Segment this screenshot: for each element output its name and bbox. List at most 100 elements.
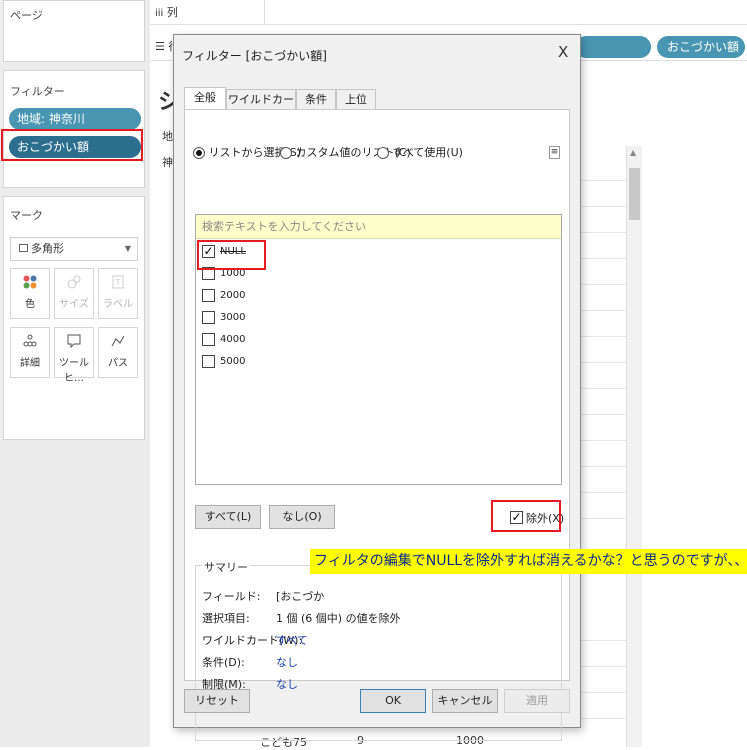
ok-button[interactable]: OK: [360, 689, 426, 713]
marks-title: マーク: [10, 209, 43, 222]
label-icon: T: [99, 269, 137, 295]
grid-line: [580, 518, 626, 519]
mark-label-button[interactable]: T ラベル: [98, 268, 138, 319]
columns-label: 列: [166, 6, 178, 19]
dialog-title: フィルター [おこづかい額]: [182, 49, 327, 63]
filters-title: フィルター: [10, 85, 65, 98]
mark-color-button[interactable]: 色: [10, 268, 50, 319]
item-label-4000: 4000: [220, 334, 246, 345]
grid-line: [580, 466, 626, 467]
summary-value-condition[interactable]: なし: [276, 654, 298, 670]
mark-detail-button[interactable]: 詳細: [10, 327, 50, 378]
detail-dots-icon: [11, 328, 49, 354]
mark-type-select[interactable]: 多角形 ▼: [10, 237, 138, 261]
grid-line: [580, 336, 626, 337]
pages-card: ページ: [3, 0, 145, 62]
rows-shelf-pill-allowance[interactable]: おこづかい額: [657, 36, 745, 58]
radio-use-all[interactable]: すべて使用(U): [377, 144, 463, 160]
grid-line: [580, 666, 626, 667]
sheet-header-cell: 地: [162, 130, 173, 143]
radio-indicator[interactable]: [377, 147, 389, 159]
sheet-vertical-scrollbar[interactable]: ▲: [626, 146, 642, 747]
tooltip-icon: [55, 328, 93, 354]
checkbox-2000[interactable]: [202, 289, 215, 302]
sheet-row-cell: 神: [162, 156, 173, 169]
grid-line: [580, 414, 626, 415]
radio-indicator[interactable]: [280, 147, 292, 159]
summary-value-limit[interactable]: なし: [276, 676, 298, 692]
mark-type-label: 多角形: [31, 242, 64, 255]
mark-path-label: パス: [108, 358, 128, 369]
summary-key-condition: 条件(D):: [202, 656, 245, 669]
filter-pill-region[interactable]: 地域: 神奈川: [9, 108, 141, 130]
filter-pill-allowance[interactable]: おこづかい額: [9, 136, 141, 158]
exclude-label[interactable]: 除外(X): [526, 510, 564, 526]
polygon-icon: [19, 244, 28, 252]
tab-condition[interactable]: 条件: [296, 89, 336, 110]
mark-path-button[interactable]: パス: [98, 327, 138, 378]
item-label-3000: 3000: [220, 312, 246, 323]
highlight-null-item: [197, 240, 266, 270]
radio-use-all-label: すべて使用(U): [392, 146, 463, 159]
mark-detail-label: 詳細: [20, 358, 40, 369]
radio-indicator[interactable]: [193, 147, 205, 159]
grid-line: [580, 692, 626, 693]
mark-size-button[interactable]: サイズ: [54, 268, 94, 319]
grid-line: [580, 440, 626, 441]
rows-icon: ☰: [155, 40, 165, 53]
summary-key-field: フィールド:: [202, 590, 261, 603]
grid-line: [580, 180, 626, 181]
summary-key-selection: 選択項目:: [202, 612, 250, 625]
select-all-button[interactable]: すべて(L): [195, 505, 261, 529]
path-icon: [99, 328, 137, 354]
cancel-button[interactable]: キャンセル: [432, 689, 498, 713]
filter-dialog: フィルター [おこづかい額] X 全般 ワイルドカード 条件 上位 リストから選…: [173, 34, 581, 741]
scroll-up-icon[interactable]: ▲: [630, 148, 636, 157]
checkbox-4000[interactable]: [202, 333, 215, 346]
tab-wildcard[interactable]: ワイルドカード: [226, 89, 296, 126]
columns-shelf-divider: [150, 24, 747, 25]
select-none-button[interactable]: なし(O): [269, 505, 335, 529]
mark-tooltip-label: ツールヒ…: [59, 358, 89, 384]
columns-shelf-label: iii 列: [155, 4, 178, 20]
grid-line: [580, 388, 626, 389]
checkbox-5000[interactable]: [202, 355, 215, 368]
general-tab-panel: リストから選択(S) カスタム値のリスト(C) すべて使用(U) ≡ 検索テキス…: [184, 109, 570, 741]
summary-value-wildcard[interactable]: すべて: [276, 632, 308, 648]
summary-title: サマリー: [202, 559, 250, 575]
grid-line: [580, 232, 626, 233]
search-input[interactable]: 検索テキストを入力してください: [196, 215, 561, 239]
filters-card: フィルター 地域: 神奈川 おこづかい額: [1, 70, 145, 188]
checkbox-3000[interactable]: [202, 311, 215, 324]
rows-shelf-pill-left[interactable]: [575, 36, 651, 58]
list-menu-icon[interactable]: ≡: [549, 146, 560, 159]
chevron-down-icon: ▼: [124, 244, 131, 253]
color-dots-icon: [11, 269, 49, 295]
close-icon[interactable]: X: [558, 43, 568, 61]
svg-text:T: T: [115, 278, 121, 287]
apply-button[interactable]: 適用: [504, 689, 570, 713]
grid-line: [580, 310, 626, 311]
grid-line: [580, 284, 626, 285]
columns-icon: iii: [155, 8, 164, 19]
reset-button[interactable]: リセット: [184, 689, 250, 713]
item-label-2000: 2000: [220, 290, 246, 301]
grid-line: [580, 492, 626, 493]
tab-top[interactable]: 上位: [336, 89, 376, 110]
item-label-5000: 5000: [220, 356, 246, 367]
exclude-checkbox[interactable]: ✓: [510, 511, 523, 524]
scrollbar-thumb[interactable]: [629, 168, 640, 220]
mark-size-label: サイズ: [59, 299, 89, 310]
summary-section: サマリー フィールド: [おこづか 選択項目: 1 個 (6 個中) の値を除外…: [195, 559, 562, 741]
tab-general[interactable]: 全般: [184, 87, 226, 110]
summary-value-field: [おこづか: [276, 590, 325, 603]
grid-line: [580, 258, 626, 259]
mark-color-label: 色: [25, 299, 35, 310]
size-icon: [55, 269, 93, 295]
grid-line: [580, 718, 626, 719]
summary-value-selection: 1 個 (6 個中) の値を除外: [276, 612, 401, 625]
grid-line: [580, 640, 626, 641]
mark-tooltip-button[interactable]: ツールヒ…: [54, 327, 94, 384]
columns-shelf-separator: [264, 0, 265, 24]
grid-line: [580, 362, 626, 363]
